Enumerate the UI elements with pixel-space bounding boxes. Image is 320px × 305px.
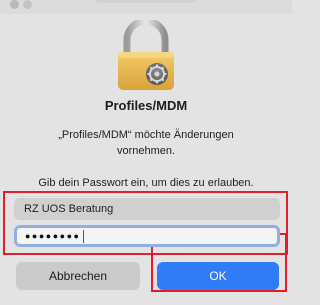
gear-icon — [146, 63, 168, 85]
dialog-instruction: Gib dein Passwort ein, um dies zu erlaub… — [38, 177, 254, 189]
dialog-message: „Profiles/MDM“ möchte Änderungen vornehm… — [58, 129, 234, 157]
window-title-placeholder — [96, 0, 196, 3]
password-mask: ●●●●●●●● — [25, 231, 81, 241]
username-field[interactable]: RZ UOS Beratung — [14, 198, 280, 220]
ok-button[interactable]: OK — [157, 262, 279, 290]
cancel-button[interactable]: Abbrechen — [16, 262, 140, 290]
text-cursor — [82, 229, 84, 243]
password-field[interactable]: ●●●●●●●● — [14, 225, 280, 247]
minimize-window-icon[interactable] — [23, 0, 32, 9]
username-value: RZ UOS Beratung — [24, 203, 114, 215]
window-titlebar — [0, 0, 292, 14]
dialog-title: Profiles/MDM — [104, 98, 188, 113]
lock-icon — [110, 17, 182, 92]
close-window-icon[interactable] — [10, 0, 19, 9]
